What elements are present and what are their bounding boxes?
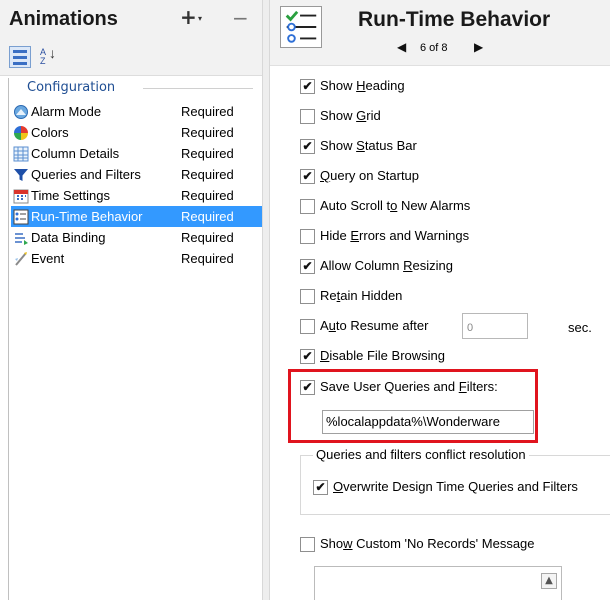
checkbox-label: Disable File Browsing xyxy=(320,348,445,363)
tree-item-colors[interactable]: Colors Required xyxy=(11,122,263,143)
checkbox-box[interactable] xyxy=(300,289,315,304)
checkbox-box[interactable]: ✔ xyxy=(300,139,315,154)
tree-item-time-settings[interactable]: Time Settings Required xyxy=(11,185,263,206)
group-title: Queries and filters conflict resolution xyxy=(313,447,529,462)
chevron-down-icon[interactable]: ▾ xyxy=(198,14,202,23)
checkbox-box[interactable]: ✔ xyxy=(313,480,328,495)
tree-item-status: Required xyxy=(181,125,234,140)
animations-title: Animations xyxy=(9,8,118,30)
group-header-configuration: Configuration xyxy=(23,78,253,98)
scroll-up-icon[interactable]: ▲ xyxy=(541,573,557,589)
tree-item-label: Run-Time Behavior xyxy=(31,209,143,224)
tree-item-data-binding[interactable]: Data Binding Required xyxy=(11,227,263,248)
checkbox-box[interactable] xyxy=(300,319,315,334)
categorized-view-icon[interactable] xyxy=(9,46,31,68)
save-path-input[interactable]: %localappdata%\Wonderware xyxy=(322,410,534,434)
tree-item-label: Alarm Mode xyxy=(31,104,102,119)
checkbox-box[interactable]: ✔ xyxy=(300,380,315,395)
group-divider xyxy=(143,88,253,89)
tree-item-status: Required xyxy=(181,209,234,224)
checkbox-label: Show Custom 'No Records' Message xyxy=(320,536,535,551)
filter-icon xyxy=(14,169,28,181)
alarm-mode-icon xyxy=(14,105,28,119)
tree-item-status: Required xyxy=(181,146,234,161)
animations-panel: Animations + ▾ − A Z ↓ Configuration Ala… xyxy=(0,0,263,600)
run-time-behavior-icon xyxy=(280,6,322,48)
checkbox-label: Show Heading xyxy=(320,78,405,93)
tree-item-label: Data Binding xyxy=(31,230,106,245)
tree-item-run-time-behavior[interactable]: Run-Time Behavior Required xyxy=(11,206,263,227)
sort-z-letter: Z xyxy=(40,56,46,66)
view-toolbar: A Z ↓ xyxy=(0,42,262,76)
checkbox-label: Auto Scroll to New Alarms xyxy=(320,198,471,213)
checkbox-box[interactable]: ✔ xyxy=(300,349,315,364)
checkbox-label: Query on Startup xyxy=(320,168,420,183)
previous-page-icon[interactable]: ◀ xyxy=(397,40,406,54)
column-details-icon xyxy=(13,146,29,162)
next-page-icon[interactable]: ▶ xyxy=(474,40,483,54)
checkbox-box[interactable]: ✔ xyxy=(300,259,315,274)
checkbox-box[interactable]: ✔ xyxy=(300,169,315,184)
tree-item-alarm-mode[interactable]: Alarm Mode Required xyxy=(11,101,263,122)
tree-item-label: Event xyxy=(31,251,65,266)
tree-item-label: Queries and Filters xyxy=(31,167,141,182)
page-header: Run-Time Behavior ◀ 6 of 8 ▶ xyxy=(270,0,610,66)
tree-item-label: Column Details xyxy=(31,146,120,161)
time-settings-icon xyxy=(13,189,29,204)
add-icon[interactable]: + xyxy=(180,5,197,29)
tree-item-status: Required xyxy=(181,251,234,266)
checkbox-label: Allow Column Resizing xyxy=(320,258,453,273)
tree-item-queries-and-filters[interactable]: Queries and Filters Required xyxy=(11,164,263,185)
checkbox-label: Hide Errors and Warnings xyxy=(320,228,470,243)
tree-item-event[interactable]: Event Required xyxy=(11,248,263,269)
tree-item-status: Required xyxy=(181,167,234,182)
run-time-behavior-panel: Run-Time Behavior ◀ 6 of 8 ▶ ✔ Show Head… xyxy=(270,0,610,600)
checkbox-label: Retain Hidden xyxy=(320,288,403,303)
auto-resume-seconds-input[interactable]: 0 xyxy=(462,313,528,339)
run-time-behavior-icon xyxy=(13,209,29,225)
custom-message-input[interactable]: ▲ xyxy=(314,566,562,600)
page-counter: 6 of 8 xyxy=(420,42,448,54)
animations-tree: Configuration Alarm Mode Required Colors… xyxy=(8,78,263,600)
checkbox-label: Overwrite Design Time Queries and Filter… xyxy=(333,479,578,494)
checkbox-box[interactable]: ✔ xyxy=(300,79,315,94)
page-title: Run-Time Behavior xyxy=(358,8,551,31)
tree-item-status: Required xyxy=(181,104,234,119)
animations-header: Animations + ▾ − xyxy=(0,0,262,42)
tree-item-column-details[interactable]: Column Details Required xyxy=(11,143,263,164)
checkbox-label: Auto Resume after xyxy=(320,318,429,333)
panel-splitter[interactable] xyxy=(262,0,270,600)
group-label: Configuration xyxy=(27,80,116,95)
auto-resume-unit: sec. xyxy=(568,320,592,335)
sort-arrow-icon: ↓ xyxy=(49,45,56,61)
checkbox-label: Show Status Bar xyxy=(320,138,417,153)
checkbox-label: Show Grid xyxy=(320,108,381,123)
data-binding-icon xyxy=(15,233,28,245)
sort-alphabetical-icon[interactable]: A Z ↓ xyxy=(38,46,60,68)
checkbox-box[interactable] xyxy=(300,199,315,214)
event-icon xyxy=(15,252,27,266)
tree-item-label: Colors xyxy=(31,125,69,140)
tree-item-status: Required xyxy=(181,230,234,245)
remove-icon[interactable]: − xyxy=(232,6,249,30)
checkbox-label: Save User Queries and Filters: xyxy=(320,379,498,394)
tree-item-label: Time Settings xyxy=(31,188,110,203)
checkbox-box[interactable] xyxy=(300,109,315,124)
tree-item-status: Required xyxy=(181,188,234,203)
colors-icon xyxy=(14,126,28,140)
checkbox-box[interactable] xyxy=(300,229,315,244)
conflict-resolution-group: Queries and filters conflict resolution … xyxy=(300,447,610,515)
checkbox-box[interactable] xyxy=(300,537,315,552)
